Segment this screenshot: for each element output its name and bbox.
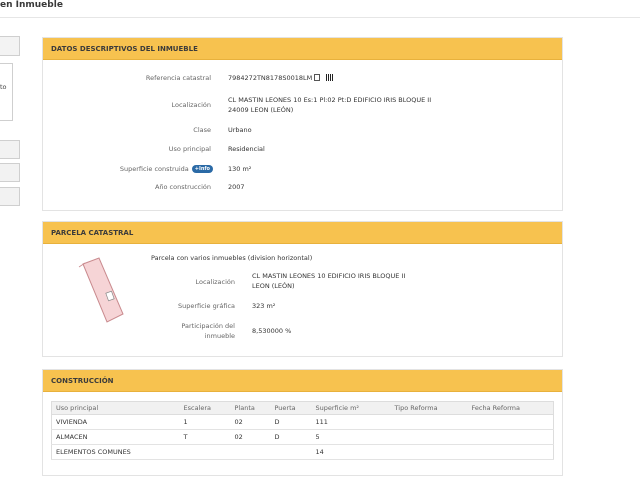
area-label-text: Superficie construida — [119, 165, 189, 173]
table-cell — [390, 429, 468, 445]
table-header-row: Uso principal Escalera Planta Puerta Sup… — [51, 401, 554, 415]
location-value: CL MASTIN LEONES 10 Es:1 Pl:02 Pt:D EDIF… — [228, 95, 431, 115]
divider — [0, 17, 640, 18]
left-button[interactable] — [0, 140, 20, 159]
location-line1: CL MASTIN LEONES 10 Es:1 Pl:02 Pt:D EDIF… — [228, 96, 432, 104]
parcel-location-line2: LEON (LEÓN) — [252, 282, 295, 290]
column-header: Escalera — [179, 401, 231, 415]
parcel-location-value: CL MASTIN LEONES 10 EDIFICIO IRIS BLOQUE… — [252, 271, 405, 291]
table-row: ALMACEN T 02 D 5 — [51, 429, 554, 445]
table-cell: ALMACEN — [51, 429, 180, 445]
construction-table: Uso principal Escalera Planta Puerta Sup… — [51, 401, 554, 460]
panel-title: DATOS DESCRIPTIVOS DEL INMUEBLE — [43, 38, 562, 60]
location-label: Localización — [171, 101, 211, 109]
parcel-subtitle: Parcela con varios inmuebles (division h… — [151, 254, 313, 262]
table-cell: 5 — [311, 429, 391, 445]
area-label: Superficie construida +Info — [63, 165, 213, 173]
descriptive-data-panel: DATOS DESCRIPTIVOS DEL INMUEBLE Referenc… — [42, 37, 563, 211]
barcode-icon[interactable] — [326, 74, 334, 81]
column-header: Fecha Reforma — [467, 401, 554, 415]
column-header: Uso principal — [51, 401, 180, 415]
table-cell — [390, 414, 468, 430]
parcel-shape — [82, 257, 124, 323]
left-panel: to — [0, 63, 13, 121]
table-cell — [390, 444, 468, 460]
table-cell: 02 — [230, 429, 271, 445]
column-header: Tipo Reforma — [390, 401, 468, 415]
parcel-map[interactable] — [71, 252, 131, 324]
table-cell — [467, 414, 554, 430]
table-row: ELEMENTOS COMUNES 14 — [51, 444, 554, 460]
year-label: Año construcción — [154, 183, 211, 191]
table-cell: 14 — [311, 444, 391, 460]
ref-text: 7984272TN8178S0018LM — [228, 74, 313, 82]
left-button[interactable] — [0, 187, 20, 206]
table-cell: 1 — [179, 414, 231, 430]
table-cell — [179, 444, 231, 460]
ref-value: 7984272TN8178S0018LM — [228, 73, 334, 83]
construction-panel: CONSTRUCCIÓN Uso principal Escalera Plan… — [42, 369, 563, 476]
table-cell: VIVIENDA — [51, 414, 180, 430]
parcel-panel: PARCELA CATASTRAL Parcela con varios inm… — [42, 221, 563, 357]
page-title: en Inmueble — [0, 0, 63, 10]
participation-label: Participación del inmueble — [153, 321, 235, 341]
location-line2: 24009 LEON (LEÓN) — [228, 106, 294, 114]
info-badge[interactable]: +Info — [191, 165, 213, 173]
participation-value: 8,530000 % — [252, 327, 292, 335]
use-value: Residencial — [228, 145, 265, 153]
left-button[interactable] — [0, 163, 20, 182]
table-cell — [467, 429, 554, 445]
copy-icon[interactable] — [314, 74, 321, 81]
class-value: Urbano — [228, 126, 252, 134]
table-cell — [467, 444, 554, 460]
class-label: Clase — [193, 126, 211, 134]
ref-label: Referencia catastral — [145, 74, 211, 82]
column-header: Planta — [230, 401, 271, 415]
participation-label-line2: inmueble — [204, 332, 235, 340]
parcel-location-label: Localización — [195, 278, 235, 286]
participation-label-line1: Participación del — [181, 322, 235, 330]
column-header: Puerta — [270, 401, 312, 415]
use-label: Uso principal — [168, 145, 211, 153]
table-row: VIVIENDA 1 02 D 111 — [51, 414, 554, 430]
parcel-location-line1: CL MASTIN LEONES 10 EDIFICIO IRIS BLOQUE… — [252, 272, 406, 280]
table-cell — [230, 444, 271, 460]
year-value: 2007 — [228, 183, 245, 191]
table-cell: ELEMENTOS COMUNES — [51, 444, 180, 460]
table-cell: 111 — [311, 414, 391, 430]
table-cell: D — [270, 429, 312, 445]
left-panel-text: to — [0, 83, 7, 91]
table-cell: 02 — [230, 414, 271, 430]
panel-title: PARCELA CATASTRAL — [43, 222, 562, 244]
table-cell: T — [179, 429, 231, 445]
column-header: Superficie m² — [311, 401, 391, 415]
graphic-area-value: 323 m² — [252, 302, 276, 310]
table-cell: D — [270, 414, 312, 430]
table-cell — [270, 444, 312, 460]
graphic-area-label: Superficie gráfica — [177, 302, 235, 310]
area-value: 130 m² — [228, 165, 252, 173]
left-panel-header — [0, 36, 20, 56]
panel-title: CONSTRUCCIÓN — [43, 370, 562, 392]
